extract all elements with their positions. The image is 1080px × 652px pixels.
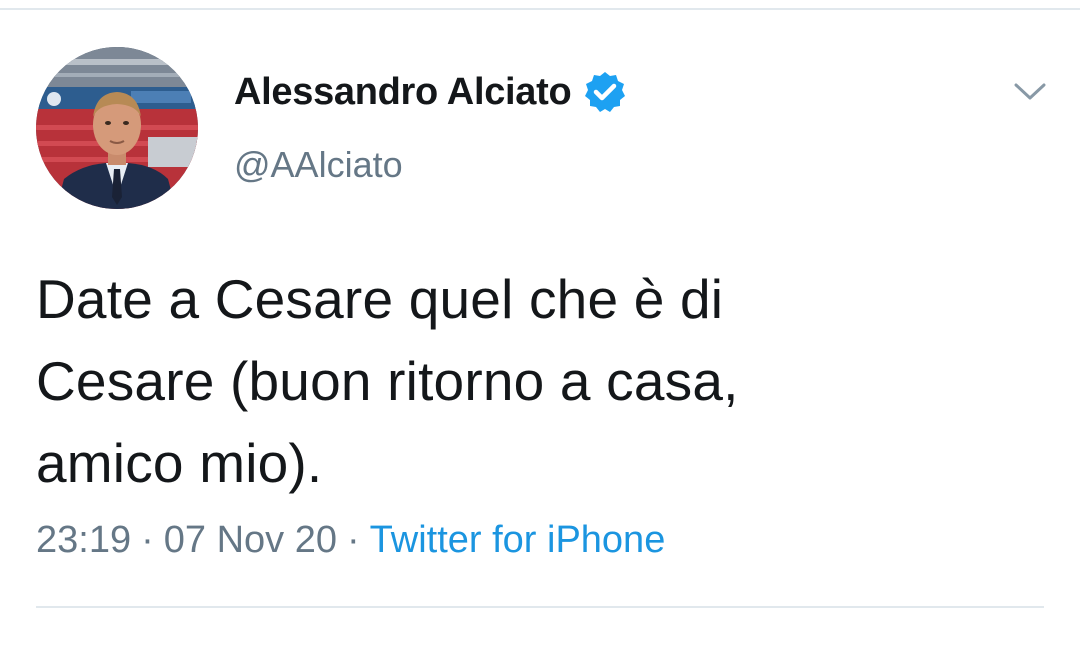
tweet-text: Date a Cesare quel che è di Cesare (buon… [36, 268, 739, 494]
tweet-meta: 23:19 · 07 Nov 20 · Twitter for iPhone [36, 519, 665, 562]
author-name-row[interactable]: Alessandro Alciato [234, 66, 627, 118]
tweet-time[interactable]: 23:19 [36, 519, 131, 561]
chevron-down-icon[interactable] [1010, 76, 1050, 106]
author-display-name[interactable]: Alessandro Alciato [234, 71, 572, 114]
verified-badge-icon [583, 70, 627, 114]
avatar[interactable] [36, 47, 198, 209]
tweet-source-link[interactable]: Twitter for iPhone [370, 519, 666, 561]
meta-separator: · [346, 519, 360, 561]
meta-separator: · [141, 519, 154, 561]
top-divider [0, 8, 1080, 10]
avatar-photo [36, 47, 198, 209]
author-handle[interactable]: @AAlciato [234, 144, 403, 186]
tweet-date[interactable]: 07 Nov 20 [164, 519, 337, 561]
bottom-divider [36, 606, 1044, 608]
